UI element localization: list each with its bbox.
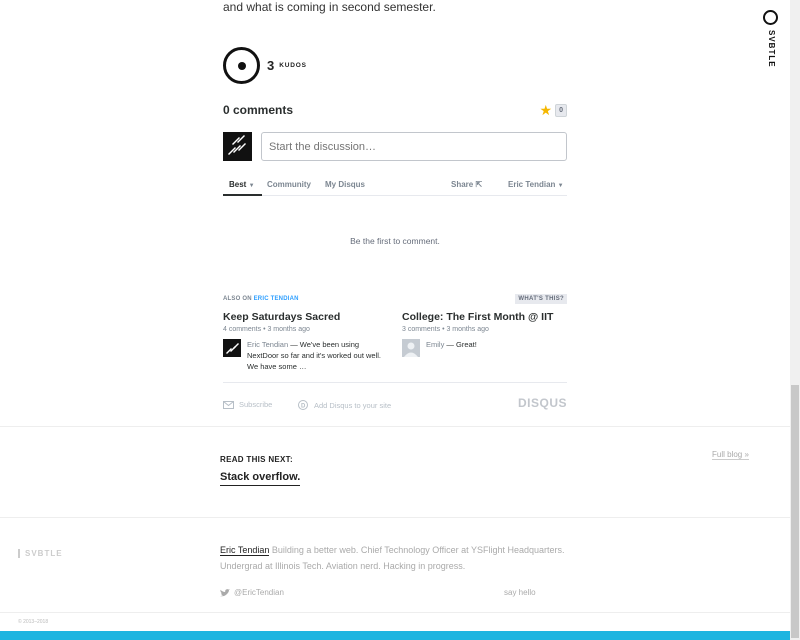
twitter-icon [220, 588, 230, 596]
comment-tabs: Best ▼ Community My Disqus Share ⇱ Eric … [223, 176, 567, 196]
avatar [223, 339, 241, 357]
share-icon: ⇱ [475, 180, 483, 189]
recommend-button[interactable]: ★ 0 [540, 102, 567, 119]
related-title[interactable]: Keep Saturdays Sacred [223, 311, 388, 323]
related-discussion[interactable]: College: The First Month @ IIT 3 comment… [402, 311, 567, 357]
scrollbar[interactable] [790, 0, 800, 640]
author-bio: Eric Tendian Building a better web. Chie… [220, 542, 565, 574]
share-button[interactable]: Share ⇱ [451, 180, 482, 189]
active-tab-indicator [223, 194, 262, 196]
bio-text: Building a better web. Chief Technology … [220, 545, 565, 571]
kudos-count: 3 [267, 58, 275, 73]
kudos-icon[interactable] [223, 47, 260, 84]
disqus-icon: D [298, 400, 308, 410]
divider [0, 517, 790, 518]
svbtle-brand[interactable]: SVBTLE [18, 549, 63, 558]
also-on-header: ALSO ON ERIC TENDIAN WHAT'S THIS? [223, 294, 567, 304]
comments-header: 0 comments ★ 0 [223, 101, 567, 119]
svg-text:D: D [301, 404, 306, 410]
disqus-logo[interactable]: DISQUS [518, 396, 567, 410]
discussion-input[interactable] [261, 132, 567, 161]
tab-community[interactable]: Community [267, 180, 311, 189]
svbtle-logo-icon [763, 10, 778, 25]
comment-author[interactable]: Eric Tendian [247, 340, 288, 349]
empty-comments-note: Be the first to comment. [350, 236, 440, 246]
divider [0, 426, 790, 427]
subscribe-link[interactable]: Subscribe [223, 400, 272, 409]
full-blog-link[interactable]: Full blog » [712, 450, 749, 460]
related-discussion[interactable]: Keep Saturdays Sacred 4 comments • 3 mon… [223, 311, 388, 372]
avatar [402, 339, 420, 357]
comments-count: 0 comments [223, 103, 294, 117]
disqus-footer: Subscribe D Add Disqus to your site DISQ… [223, 382, 567, 412]
divider [0, 612, 790, 613]
also-on-site-link[interactable]: ERIC TENDIAN [254, 296, 299, 302]
twitter-link[interactable]: @EricTendian [220, 588, 284, 597]
related-title[interactable]: College: The First Month @ IIT [402, 311, 567, 323]
kudos[interactable]: 3 KUDOS [223, 47, 307, 84]
also-on-label: ALSO ON [223, 296, 252, 302]
svbtle-side-tab[interactable]: SVBTLE [760, 10, 782, 80]
mail-icon [223, 400, 234, 409]
tab-best[interactable]: Best ▼ [229, 180, 255, 189]
related-comment[interactable]: Eric Tendian — We've been using NextDoor… [223, 339, 388, 372]
star-icon: ★ [539, 102, 553, 118]
kudos-label: KUDOS [279, 62, 307, 69]
related-meta: 4 comments • 3 months ago [223, 326, 310, 333]
recommend-count: 0 [555, 104, 567, 117]
chevron-down-icon: ▼ [557, 183, 564, 189]
read-next-link[interactable]: Stack overflow. [220, 471, 301, 486]
post-tail-text: and what is coming in second semester. [223, 0, 436, 14]
add-disqus-link[interactable]: D Add Disqus to your site [298, 400, 391, 410]
scrollbar-thumb[interactable] [791, 385, 799, 638]
copyright: © 2013–2018 [18, 619, 49, 625]
accent-bar [0, 631, 790, 640]
user-avatar[interactable] [223, 132, 252, 161]
user-menu[interactable]: Eric Tendian ▼ [508, 180, 564, 189]
author-name-link[interactable]: Eric Tendian [220, 545, 270, 556]
tab-my-disqus[interactable]: My Disqus [325, 180, 365, 189]
read-next-label: READ THIS NEXT: [220, 455, 293, 464]
related-meta: 3 comments • 3 months ago [402, 326, 489, 333]
related-comment[interactable]: Emily — Great! [402, 339, 567, 357]
say-hello-link[interactable]: say hello [504, 588, 536, 597]
comment-author[interactable]: Emily [426, 340, 444, 349]
svbtle-side-label: SVBTLE [767, 30, 776, 68]
whats-this-button[interactable]: WHAT'S THIS? [515, 294, 567, 304]
comment-text: — Great! [444, 340, 477, 349]
chevron-down-icon: ▼ [248, 183, 255, 189]
